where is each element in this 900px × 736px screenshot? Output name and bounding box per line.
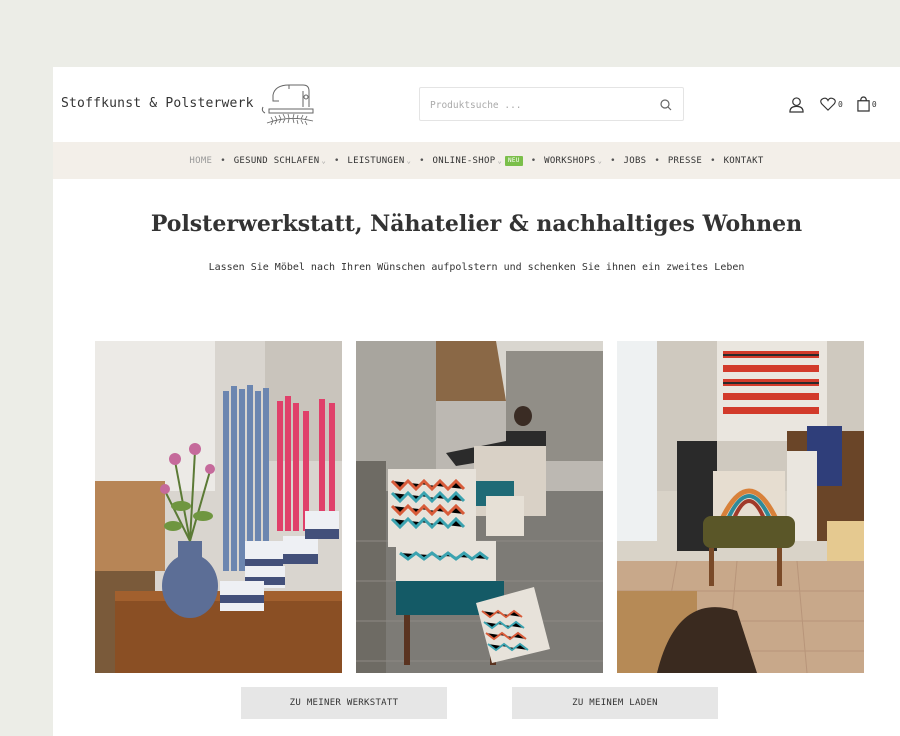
search-input[interactable] (430, 96, 650, 114)
wishlist-count: 0 (838, 99, 843, 109)
nav-item-workshops[interactable]: WORKSHOPS ⌄ (544, 156, 602, 166)
product-search[interactable] (419, 87, 684, 121)
brand-name[interactable]: Stoffkunst & Polsterwerk (61, 96, 254, 111)
nav-item-label: LEISTUNGEN (347, 155, 405, 166)
nav-item-label: WORKSHOPS (544, 155, 596, 166)
werkstatt-button[interactable]: ZU MEINER WERKSTATT (241, 687, 447, 719)
nav-item-label: PRESSE (667, 155, 703, 166)
cart-button[interactable]: 0 (857, 96, 877, 112)
nav-item-label: GESUND SCHLAFEN (233, 155, 320, 166)
chevron-down-icon: ⌄ (597, 156, 603, 165)
nav-item-gesund-schlafen[interactable]: GESUND SCHLAFEN ⌄ (234, 156, 326, 166)
photo-upholstered-chairs[interactable] (356, 341, 603, 673)
cart-count: 0 (871, 99, 877, 109)
nav-separator: • (530, 155, 537, 166)
nav-item-label: JOBS (623, 155, 647, 166)
nav-item-online-shop[interactable]: ONLINE-SHOP ⌄ NEU (432, 155, 523, 166)
nav-item-home[interactable]: HOME (189, 156, 212, 166)
heart-icon (820, 97, 836, 111)
new-badge: NEU (504, 155, 523, 166)
nav-item-label: KONTAKT (723, 155, 764, 166)
account-button[interactable] (789, 96, 804, 113)
bag-icon (857, 96, 870, 112)
nav-item-leistungen[interactable]: LEISTUNGEN ⌄ (347, 156, 411, 166)
nav-item-kontakt[interactable]: KONTAKT (724, 156, 764, 166)
sewing-machine-logo-icon[interactable] (259, 77, 319, 129)
photo-candles-and-cups[interactable] (95, 341, 342, 673)
search-icon[interactable] (659, 97, 673, 111)
main-navigation: HOME • GESUND SCHLAFEN ⌄ • LEISTUNGEN ⌄ • … (53, 142, 900, 179)
site-header: Stoffkunst & Polsterwerk Produktsuche ..… (53, 67, 900, 142)
nav-separator: • (654, 155, 660, 166)
page-title: Polsterwerkstatt, Nähatelier & nachhalti… (150, 211, 803, 237)
user-icon (789, 96, 804, 113)
page: Stoffkunst & Polsterwerk Produktsuche ..… (53, 67, 900, 736)
chevron-down-icon: ⌄ (406, 156, 412, 165)
wishlist-button[interactable]: 0 (820, 97, 843, 111)
chevron-down-icon: ⌄ (321, 156, 326, 165)
nav-item-label: HOME (189, 155, 213, 166)
header-icons: 0 0 (789, 94, 888, 114)
nav-item-jobs[interactable]: JOBS (624, 156, 647, 166)
nav-separator: • (610, 155, 616, 166)
nav-item-label: ONLINE-SHOP (432, 155, 496, 166)
nav-item-presse[interactable]: PRESSE (668, 156, 702, 166)
nav-separator: • (710, 155, 716, 166)
nav-separator: • (419, 155, 425, 166)
nav-separator: • (333, 155, 340, 166)
nav-separator: • (220, 155, 226, 166)
chevron-down-icon: ⌄ (497, 156, 502, 165)
photo-workshop-interior[interactable] (617, 341, 864, 673)
page-subtitle: Lassen Sie Möbel nach Ihren Wünschen auf… (208, 262, 745, 273)
laden-button[interactable]: ZU MEINEM LADEN (512, 687, 718, 719)
